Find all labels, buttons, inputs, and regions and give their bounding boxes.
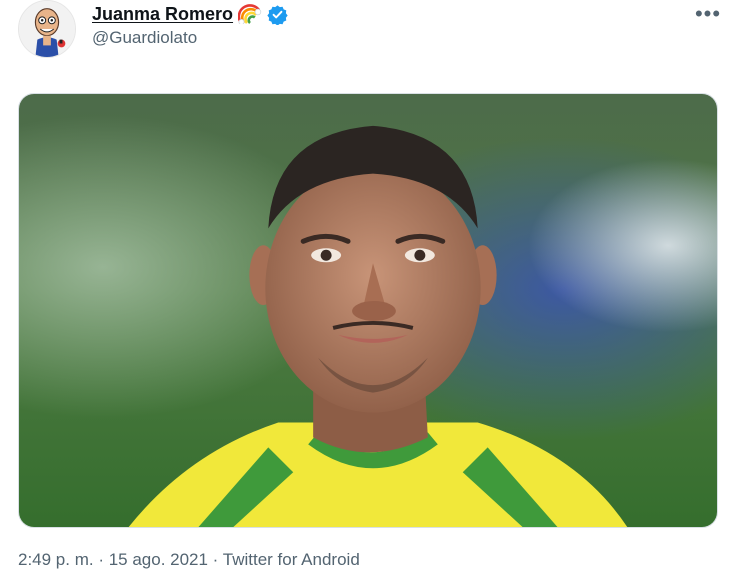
name-row: Juanma Romero [92,2,288,26]
tweet-media-image[interactable] [18,93,718,528]
display-name[interactable]: Juanma Romero [92,4,233,25]
avatar[interactable] [18,0,76,58]
rainbow-icon [237,4,262,25]
player-photo [19,94,717,527]
verified-badge-icon [267,4,288,26]
more-options-button[interactable]: ••• [688,0,728,28]
more-options-icon: ••• [694,1,722,26]
avatar-illustration [19,1,75,57]
user-handle[interactable]: @Guardiolato [92,28,197,48]
tweet: Juanma Romero @Guardiolato ••• 2:49 p. m… [0,0,740,586]
tweet-timestamp-source[interactable]: 2:49 p. m. · 15 ago. 2021 · Twitter for … [18,550,360,570]
